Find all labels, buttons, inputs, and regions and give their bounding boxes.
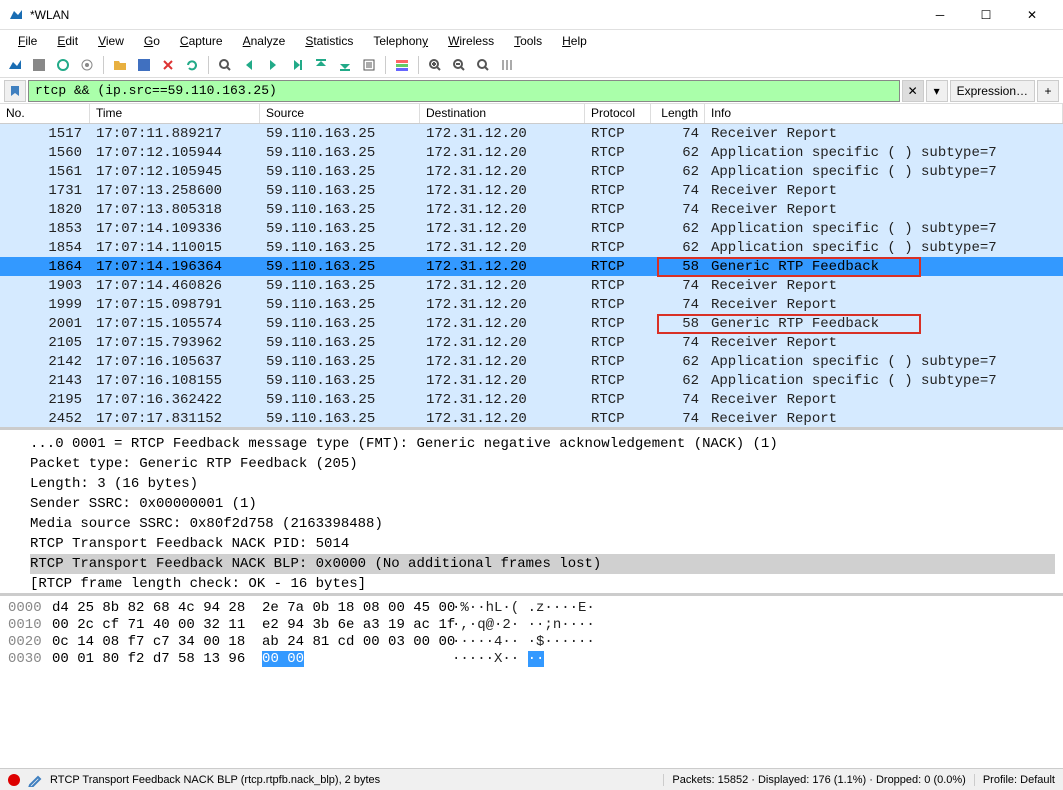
column-time[interactable]: Time [90,104,260,123]
packet-row[interactable]: 173117:07:13.25860059.110.163.25172.31.1… [0,181,1063,200]
zoom-in-icon[interactable] [424,54,446,76]
autoscroll-icon[interactable] [358,54,380,76]
filter-bookmark-icon[interactable] [4,80,26,102]
detail-line[interactable]: Media source SSRC: 0x80f2d758 (216339848… [30,514,1055,534]
packet-row[interactable]: 199917:07:15.09879159.110.163.25172.31.1… [0,295,1063,314]
go-last-icon[interactable] [334,54,356,76]
menu-capture[interactable]: Capture [172,32,231,50]
detail-line[interactable]: Sender SSRC: 0x00000001 (1) [30,494,1055,514]
jump-to-icon[interactable] [286,54,308,76]
detail-line[interactable]: Length: 3 (16 bytes) [30,474,1055,494]
display-filter-input[interactable] [28,80,900,102]
hex-line[interactable]: 001000 2c cf 71 40 00 32 11 e2 94 3b 6e … [8,617,1055,634]
detail-line[interactable]: RTCP Transport Feedback NACK PID: 5014 [30,534,1055,554]
hex-line[interactable]: 00200c 14 08 f7 c7 34 00 18 ab 24 81 cd … [8,634,1055,651]
packet-row[interactable]: 185317:07:14.10933659.110.163.25172.31.1… [0,219,1063,238]
detail-line[interactable]: RTCP Transport Feedback NACK BLP: 0x0000… [30,554,1055,574]
clear-filter-icon[interactable]: ✕ [902,80,924,102]
edit-icon[interactable] [28,773,42,787]
column-no[interactable]: No. [0,104,90,123]
column-length[interactable]: Length [651,104,705,123]
close-button[interactable]: ✕ [1009,0,1055,30]
go-back-icon[interactable] [238,54,260,76]
packet-row[interactable]: 219517:07:16.36242259.110.163.25172.31.1… [0,390,1063,409]
packet-bytes-pane[interactable]: 0000d4 25 8b 82 68 4c 94 28 2e 7a 0b 18 … [0,596,1063,730]
menu-file[interactable]: File [10,32,45,50]
go-first-icon[interactable] [310,54,332,76]
wireshark-icon [8,7,24,23]
status-field: RTCP Transport Feedback NACK BLP (rtcp.r… [50,774,655,786]
save-file-icon[interactable] [133,54,155,76]
find-icon[interactable] [214,54,236,76]
close-file-icon[interactable] [157,54,179,76]
packet-row[interactable]: 156017:07:12.10594459.110.163.25172.31.1… [0,143,1063,162]
menu-edit[interactable]: Edit [49,32,86,50]
hex-line[interactable]: 0000d4 25 8b 82 68 4c 94 28 2e 7a 0b 18 … [8,600,1055,617]
maximize-button[interactable]: ☐ [963,0,1009,30]
restart-capture-icon[interactable] [52,54,74,76]
packet-row[interactable]: 214317:07:16.10815559.110.163.25172.31.1… [0,371,1063,390]
packet-list-header[interactable]: No. Time Source Destination Protocol Len… [0,104,1063,124]
detail-line[interactable]: ...0 0001 = RTCP Feedback message type (… [30,434,1055,454]
reload-icon[interactable] [181,54,203,76]
column-protocol[interactable]: Protocol [585,104,651,123]
status-packets: Packets: 15852 · Displayed: 176 (1.1%) ·… [663,774,965,786]
minimize-button[interactable]: ─ [917,0,963,30]
menu-go[interactable]: Go [136,32,168,50]
stop-capture-icon[interactable] [28,54,50,76]
status-profile[interactable]: Profile: Default [974,774,1055,786]
packet-row[interactable]: 182017:07:13.80531859.110.163.25172.31.1… [0,200,1063,219]
packet-row[interactable]: 151717:07:11.88921759.110.163.25172.31.1… [0,124,1063,143]
column-info[interactable]: Info [705,104,1063,123]
menu-view[interactable]: View [90,32,132,50]
zoom-reset-icon[interactable] [472,54,494,76]
expression-button[interactable]: Expression… [950,80,1035,102]
detail-line[interactable]: [RTCP frame length check: OK - 16 bytes] [30,574,1055,594]
packet-row[interactable]: 200117:07:15.10557459.110.163.25172.31.1… [0,314,1063,333]
packet-row[interactable]: 190317:07:14.46082659.110.163.25172.31.1… [0,276,1063,295]
titlebar: *WLAN ─ ☐ ✕ [0,0,1063,30]
packet-row[interactable]: 245217:07:17.83115259.110.163.25172.31.1… [0,409,1063,428]
capture-options-icon[interactable] [76,54,98,76]
window-title: *WLAN [30,8,917,22]
start-capture-icon[interactable] [4,54,26,76]
apply-filter-icon[interactable]: ▾ [926,80,948,102]
packet-row[interactable]: 185417:07:14.11001559.110.163.25172.31.1… [0,238,1063,257]
open-file-icon[interactable] [109,54,131,76]
column-destination[interactable]: Destination [420,104,585,123]
packet-row[interactable]: 186417:07:14.19636459.110.163.25172.31.1… [0,257,1063,276]
colorize-icon[interactable] [391,54,413,76]
zoom-out-icon[interactable] [448,54,470,76]
menu-analyze[interactable]: Analyze [235,32,294,50]
menu-tools[interactable]: Tools [506,32,550,50]
go-forward-icon[interactable] [262,54,284,76]
packet-list-pane: No. Time Source Destination Protocol Len… [0,104,1063,430]
menu-wireless[interactable]: Wireless [440,32,502,50]
packet-list-body[interactable]: 151717:07:11.88921759.110.163.25172.31.1… [0,124,1063,430]
hex-line[interactable]: 003000 01 80 f2 d7 58 13 96 00 00·····X·… [8,651,1055,668]
menu-telephony[interactable]: Telephony [365,32,436,50]
expert-info-icon[interactable] [8,774,20,786]
resize-columns-icon[interactable] [496,54,518,76]
packet-details-pane[interactable]: ...0 0001 = RTCP Feedback message type (… [0,430,1063,596]
add-filter-button[interactable]: + [1037,80,1059,102]
menubar: File Edit View Go Capture Analyze Statis… [0,30,1063,52]
packet-row[interactable]: 156117:07:12.10594559.110.163.25172.31.1… [0,162,1063,181]
packet-row[interactable]: 210517:07:15.79396259.110.163.25172.31.1… [0,333,1063,352]
menu-help[interactable]: Help [554,32,595,50]
filter-toolbar: ✕ ▾ Expression… + [0,78,1063,104]
detail-line[interactable]: Packet type: Generic RTP Feedback (205) [30,454,1055,474]
menu-statistics[interactable]: Statistics [297,32,361,50]
main-toolbar [0,52,1063,78]
packet-row[interactable]: 214217:07:16.10563759.110.163.25172.31.1… [0,352,1063,371]
statusbar: RTCP Transport Feedback NACK BLP (rtcp.r… [0,768,1063,790]
column-source[interactable]: Source [260,104,420,123]
